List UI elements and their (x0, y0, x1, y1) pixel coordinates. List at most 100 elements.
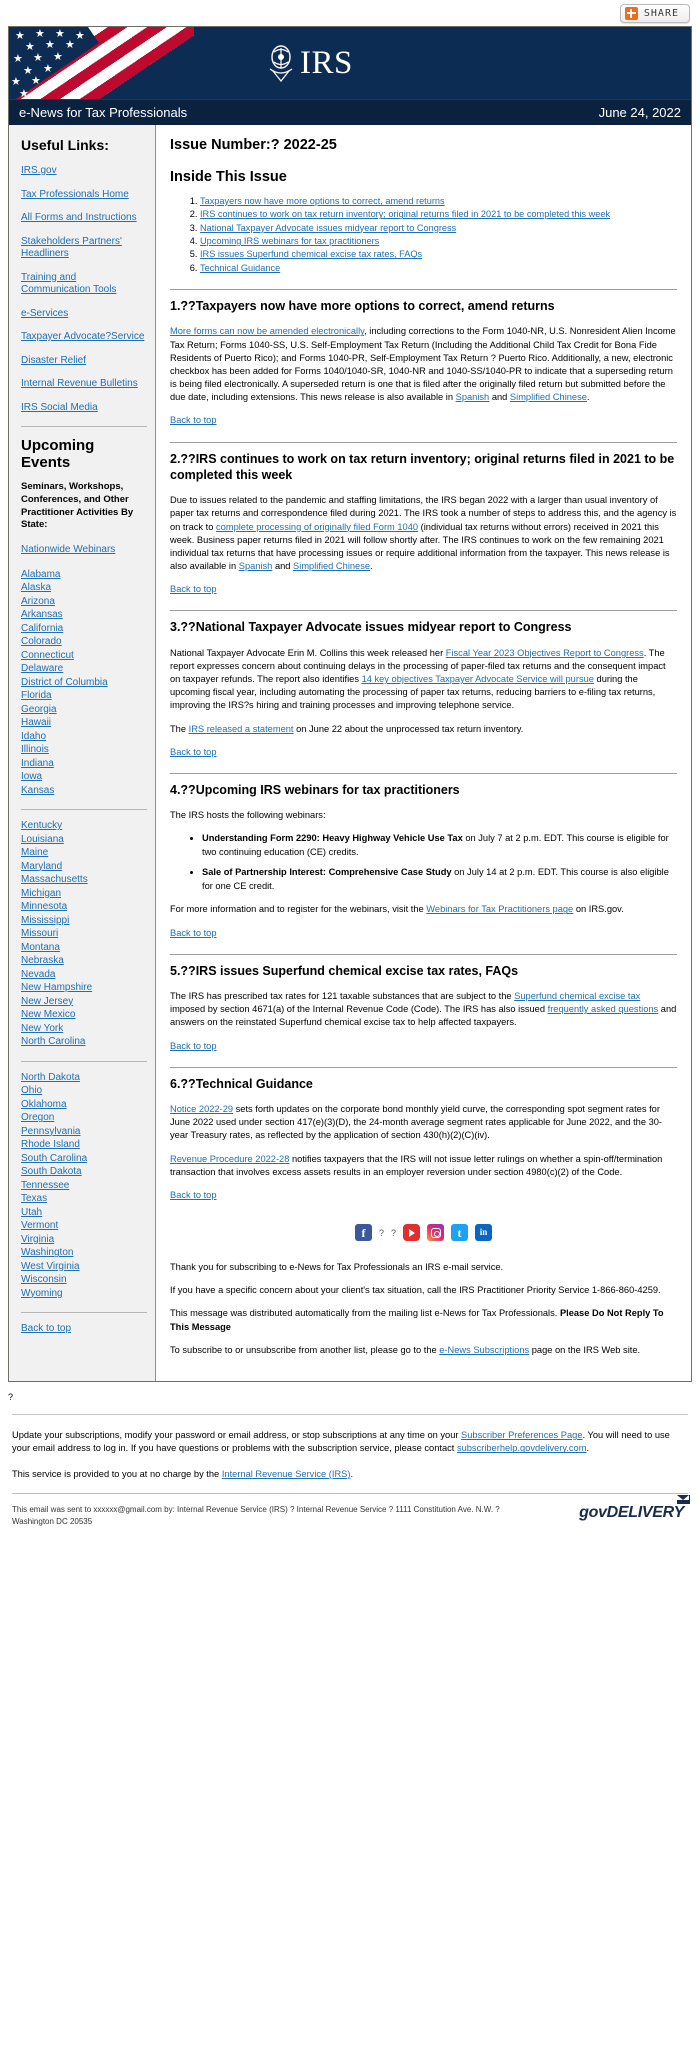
sidebar-state-link-iowa[interactable]: Iowa (21, 771, 147, 784)
back-to-top-link-1[interactable]: Back to top (170, 415, 217, 425)
sidebar-link-stakeholders-partners-headliners[interactable]: Stakeholders Partners' Headliners (21, 236, 147, 261)
sidebar-state-link-mississippi[interactable]: Mississippi (21, 915, 147, 928)
inline-link[interactable]: IRS released a statement (189, 724, 294, 734)
sidebar-state-link-colorado[interactable]: Colorado (21, 636, 147, 649)
sidebar-state-link-nebraska[interactable]: Nebraska (21, 955, 147, 968)
back-to-top-link-3[interactable]: Back to top (170, 747, 217, 757)
sidebar-state-link-virginia[interactable]: Virginia (21, 1234, 147, 1247)
sidebar-state-link-kansas[interactable]: Kansas (21, 785, 147, 798)
internal-revenue-service-link[interactable]: Internal Revenue Service (IRS) (222, 1469, 351, 1479)
subscriber-help-link[interactable]: subscriberhelp.govdelivery.com (457, 1443, 587, 1453)
back-to-top-link-4[interactable]: Back to top (170, 928, 217, 938)
inline-link[interactable]: Notice 2022-29 (170, 1104, 233, 1114)
back-to-top-link-6[interactable]: Back to top (170, 1190, 217, 1200)
sidebar-link-e-services[interactable]: e-Services (21, 308, 147, 321)
sidebar-state-link-delaware[interactable]: Delaware (21, 663, 147, 676)
inline-link[interactable]: Superfund chemical excise tax (514, 991, 640, 1001)
sidebar-state-link-idaho[interactable]: Idaho (21, 731, 147, 744)
sidebar-state-link-michigan[interactable]: Michigan (21, 888, 147, 901)
sidebar-state-link-west-virginia[interactable]: West Virginia (21, 1261, 147, 1274)
facebook-icon[interactable]: f (354, 1224, 372, 1242)
inline-link[interactable]: Simplified Chinese (510, 392, 587, 402)
youtube-icon[interactable] (403, 1224, 421, 1242)
body-text: For more information and to register for… (170, 904, 427, 915)
inline-link[interactable]: Simplified Chinese (293, 561, 370, 571)
sidebar-state-link-minnesota[interactable]: Minnesota (21, 901, 147, 914)
sidebar-state-link-connecticut[interactable]: Connecticut (21, 650, 147, 663)
sidebar-state-link-oklahoma[interactable]: Oklahoma (21, 1099, 147, 1112)
sidebar-state-link-massachusetts[interactable]: Massachusetts (21, 874, 147, 887)
sidebar-state-link-montana[interactable]: Montana (21, 942, 147, 955)
sidebar-state-link-arkansas[interactable]: Arkansas (21, 609, 147, 622)
toc-link-4[interactable]: Upcoming IRS webinars for tax practition… (200, 236, 379, 246)
inline-link[interactable]: complete processing of originally filed … (216, 522, 418, 532)
back-to-top-link-5[interactable]: Back to top (170, 1041, 217, 1051)
sidebar-state-link-alaska[interactable]: Alaska (21, 582, 147, 595)
sidebar-state-link-georgia[interactable]: Georgia (21, 704, 147, 717)
inline-link[interactable]: Spanish (456, 392, 490, 402)
sidebar-state-link-new-mexico[interactable]: New Mexico (21, 1009, 147, 1022)
twitter-icon[interactable]: t (451, 1224, 469, 1242)
sidebar-link-tax-professionals-home[interactable]: Tax Professionals Home (21, 189, 147, 202)
inline-link[interactable]: Spanish (239, 561, 273, 571)
sidebar-state-link-pennsylvania[interactable]: Pennsylvania (21, 1126, 147, 1139)
sidebar-state-link-texas[interactable]: Texas (21, 1193, 147, 1206)
sidebar-state-link-new-york[interactable]: New York (21, 1023, 147, 1036)
sidebar-link-internal-revenue-bulletins[interactable]: Internal Revenue Bulletins (21, 378, 147, 391)
sidebar-link-training-and-communication-tools[interactable]: Training and Communication Tools (21, 272, 147, 297)
inline-link[interactable]: Webinars for Tax Practitioners page (426, 904, 573, 914)
share-button[interactable]: SHARE (619, 3, 690, 23)
inline-link[interactable]: Fiscal Year 2023 Objectives Report to Co… (446, 648, 644, 658)
sidebar-state-link-rhode-island[interactable]: Rhode Island (21, 1139, 147, 1152)
sidebar-state-link-washington[interactable]: Washington (21, 1247, 147, 1260)
sidebar-state-link-nevada[interactable]: Nevada (21, 969, 147, 982)
sidebar-state-link-utah[interactable]: Utah (21, 1207, 147, 1220)
sidebar-state-link-missouri[interactable]: Missouri (21, 928, 147, 941)
sidebar-link-irs-social-media[interactable]: IRS Social Media (21, 402, 147, 415)
sidebar-state-link-kentucky[interactable]: Kentucky (21, 820, 147, 833)
sidebar-state-link-wyoming[interactable]: Wyoming (21, 1288, 147, 1301)
sidebar-state-link-new-jersey[interactable]: New Jersey (21, 996, 147, 1009)
linkedin-icon[interactable]: in (475, 1224, 493, 1242)
sidebar-state-link-north-dakota[interactable]: North Dakota (21, 1072, 147, 1085)
sidebar-state-link-hawaii[interactable]: Hawaii (21, 717, 147, 730)
sidebar-state-link-alabama[interactable]: Alabama (21, 569, 147, 582)
sidebar-state-link-new-hampshire[interactable]: New Hampshire (21, 982, 147, 995)
sidebar-state-link-indiana[interactable]: Indiana (21, 758, 147, 771)
inline-link[interactable]: More forms can now be amended electronic… (170, 326, 364, 336)
sidebar-link-all-forms-and-instructions[interactable]: All Forms and Instructions (21, 212, 147, 225)
toc-link-1[interactable]: Taxpayers now have more options to corre… (200, 196, 445, 206)
sidebar-link-nationwide-webinars[interactable]: Nationwide Webinars (21, 544, 147, 557)
sidebar-state-link-south-dakota[interactable]: South Dakota (21, 1166, 147, 1179)
sidebar-state-link-oregon[interactable]: Oregon (21, 1112, 147, 1125)
toc-link-5[interactable]: IRS issues Superfund chemical excise tax… (200, 249, 422, 259)
sidebar-state-link-ohio[interactable]: Ohio (21, 1085, 147, 1098)
inline-link[interactable]: Revenue Procedure 2022-28 (170, 1154, 289, 1164)
sidebar-state-link-district-of-columbia[interactable]: District of Columbia (21, 677, 147, 690)
sidebar-state-link-florida[interactable]: Florida (21, 690, 147, 703)
sidebar-state-link-vermont[interactable]: Vermont (21, 1220, 147, 1233)
inline-link[interactable]: frequently asked questions (548, 1004, 659, 1014)
toc-link-6[interactable]: Technical Guidance (200, 263, 280, 273)
subscriber-preferences-page-link[interactable]: Subscriber Preferences Page (461, 1430, 582, 1440)
sidebar-state-link-louisiana[interactable]: Louisiana (21, 834, 147, 847)
sidebar-link-taxpayer-advocate-service[interactable]: Taxpayer Advocate?Service (21, 331, 147, 344)
sidebar-state-link-arizona[interactable]: Arizona (21, 596, 147, 609)
sidebar-state-link-wisconsin[interactable]: Wisconsin (21, 1274, 147, 1287)
instagram-icon[interactable] (427, 1224, 445, 1242)
sidebar-state-link-north-carolina[interactable]: North Carolina (21, 1036, 147, 1049)
sidebar-link-disaster-relief[interactable]: Disaster Relief (21, 355, 147, 368)
sidebar-state-link-south-carolina[interactable]: South Carolina (21, 1153, 147, 1166)
sidebar-state-link-maine[interactable]: Maine (21, 847, 147, 860)
sidebar-state-link-tennessee[interactable]: Tennessee (21, 1180, 147, 1193)
sidebar-state-link-maryland[interactable]: Maryland (21, 861, 147, 874)
toc-link-2[interactable]: IRS continues to work on tax return inve… (200, 209, 610, 219)
e-news-subscriptions-link[interactable]: e-News Subscriptions (439, 1345, 529, 1355)
sidebar-link-irs-gov[interactable]: IRS.gov (21, 165, 147, 178)
sidebar-back-to-top-link[interactable]: Back to top (21, 1323, 147, 1336)
sidebar-state-link-illinois[interactable]: Illinois (21, 744, 147, 757)
sidebar-state-link-california[interactable]: California (21, 623, 147, 636)
inline-link[interactable]: 14 key objectives Taxpayer Advocate Serv… (362, 674, 594, 684)
back-to-top-link-2[interactable]: Back to top (170, 584, 217, 594)
toc-link-3[interactable]: National Taxpayer Advocate issues midyea… (200, 223, 456, 233)
